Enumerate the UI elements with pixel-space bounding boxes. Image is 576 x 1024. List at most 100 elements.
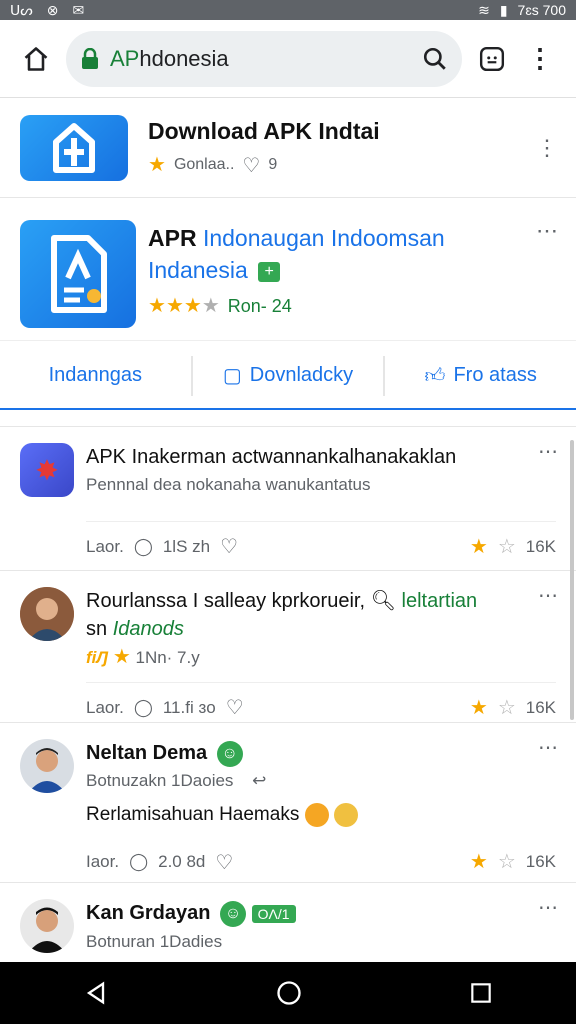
post-action-label[interactable]: Laor. <box>86 698 124 718</box>
status-time: 7ɛs 700 <box>517 2 566 18</box>
star-icon: ★ <box>165 295 184 317</box>
system-nav-bar <box>0 962 576 1024</box>
more-vert-icon: ⋮ <box>527 42 553 73</box>
post-action-label[interactable]: Iaor. <box>86 852 119 872</box>
post-item[interactable]: ✸ APK Inakerman actwannankalhanakaklan P… <box>0 427 576 571</box>
post-more-icon[interactable]: ⋯ <box>538 895 558 920</box>
post-feed: ✸ APK Inakerman actwannankalhanakaklan P… <box>0 426 576 962</box>
app-logo[interactable] <box>20 220 136 328</box>
heart-icon[interactable]: ♡ <box>215 850 233 875</box>
post-title[interactable]: Kan Grdayan ☺ ОΛ/1 <box>86 899 556 928</box>
post-title[interactable]: Rourlanssa I salleay kprkorueir, 🔍︎ lelt… <box>86 587 556 615</box>
app-more-icon[interactable]: ⋯ <box>536 218 558 244</box>
post-item[interactable]: Neltan Dema ☺ Botnuzakn 1Daoies ↩ Rerlam… <box>0 723 576 883</box>
battery-icon: ▮ <box>499 1 508 18</box>
recents-icon[interactable] <box>468 980 494 1006</box>
app-logo-small <box>20 114 128 181</box>
tab-indanngas[interactable]: Indanngas <box>0 355 193 396</box>
comment-count: 11.fi ɜo <box>162 697 216 717</box>
star-icon: ★ <box>183 295 202 317</box>
app-name[interactable]: APR Indonaugan Indoomsan Indanesia + <box>148 222 508 286</box>
notification-icon: ⊗ <box>46 1 59 18</box>
post-line2-green: Idanods <box>112 618 184 640</box>
user-avatar[interactable] <box>20 899 74 953</box>
post-more-icon[interactable]: ⋯ <box>538 735 558 760</box>
post-tag: fiԒ <box>86 648 109 667</box>
url-rest: hdonesia <box>139 45 229 71</box>
star-outline-icon[interactable]: ☆ <box>498 698 516 718</box>
post-title[interactable]: APK Inakerman actwannankalhanakaklan <box>86 443 556 471</box>
share-icon: ↩ <box>252 771 267 790</box>
star-outline-icon[interactable]: ☆ <box>498 852 516 872</box>
post-more-icon[interactable]: ⋯ <box>538 583 558 608</box>
heart-icon[interactable]: ♡ <box>242 153 260 178</box>
maple-leaf-icon: ✸ <box>35 454 59 486</box>
star-filled-icon[interactable]: ★ <box>470 537 488 557</box>
post-title-text: Neltan Dema <box>86 742 208 764</box>
person-photo-icon <box>20 899 74 953</box>
comment-icon[interactable]: ◯ <box>134 537 153 557</box>
comment-count: 2.0 8d <box>158 852 206 871</box>
post-title-text: Rourlanssa I salleay kprkorueir, <box>86 590 366 612</box>
url-prefix: AP <box>110 45 140 71</box>
app-avatar[interactable]: ✸ <box>20 443 74 497</box>
header-more-icon[interactable]: ⋮ <box>536 135 558 161</box>
star-filled-icon[interactable]: ★ <box>470 852 488 872</box>
post-line2-text: sn <box>86 618 108 640</box>
status-bar: ᑌᔕ ⊗ ✉ ≋ ▮ 7ɛs 700 <box>0 0 576 20</box>
url-text[interactable]: APhdonesia <box>110 46 422 72</box>
sunglasses-emoji-icon <box>333 803 358 827</box>
star-filled-icon[interactable]: ★ <box>470 698 488 718</box>
post-item[interactable]: Kan Grdayan ☺ ОΛ/1 Botnuran 1Dadies ⋯ <box>0 883 576 962</box>
apk-icon <box>53 122 95 173</box>
chat-badge-icon: ☺ <box>220 900 247 927</box>
chat-badge-icon: ☺ <box>216 740 243 767</box>
tab-like[interactable]: 👍︎ Fro atass <box>385 356 576 396</box>
star-empty-icon: ★ <box>201 295 220 317</box>
bookmark-icon: ▢ <box>222 365 242 387</box>
app-card: APR Indonaugan Indoomsan Indanesia + ★★★… <box>0 200 576 410</box>
post-body-text: Rerlamisahuan Haemaks <box>86 804 300 826</box>
header-title[interactable]: Download APK Indtai <box>148 118 380 145</box>
home-circle-icon[interactable] <box>275 979 303 1007</box>
wifi-icon: ≋ <box>478 1 490 18</box>
tabs-icon <box>479 46 505 71</box>
browser-toolbar: APhdonesia ⋮ <box>0 20 576 98</box>
address-bar[interactable]: APhdonesia <box>66 30 462 87</box>
comment-icon[interactable]: ◯ <box>134 698 153 718</box>
post-subtitle: Botnuzakn 1Daoies ↩ <box>86 771 556 791</box>
home-button[interactable] <box>12 35 60 83</box>
post-actions: Iaor. ◯ 2.0 8d ♡ ★ ☆ 16K <box>86 837 556 887</box>
post-action-label[interactable]: Laor. <box>86 537 124 557</box>
lock-icon <box>82 47 98 69</box>
back-icon[interactable] <box>82 979 110 1007</box>
post-title[interactable]: Neltan Dema ☺ <box>86 739 556 767</box>
star-outline-icon[interactable]: ☆ <box>498 537 516 557</box>
header-meta: ★ Gonlaa.. ♡ 9 <box>148 153 380 178</box>
post-more-icon[interactable]: ⋯ <box>538 439 558 464</box>
post-title-line2: sn Idanods <box>86 615 556 643</box>
document-icon <box>51 235 107 313</box>
star-count: 16K <box>525 852 556 871</box>
user-avatar[interactable] <box>20 587 74 641</box>
menu-button[interactable]: ⋮ <box>516 35 564 83</box>
verified-badge-icon: + <box>258 261 281 282</box>
post-title-text: Kan Grdayan <box>86 902 211 924</box>
star-icon: ★ <box>112 646 131 668</box>
post-item[interactable]: Rourlanssa I salleay kprkorueir, 🔍︎ lelt… <box>0 571 576 723</box>
tab-bar: Indanngas ▢ Dovnladcky 👍︎ Fro atass <box>0 340 576 410</box>
user-avatar[interactable] <box>20 739 74 793</box>
post-subtitle-text: Botnuzakn 1Daoies <box>86 771 234 790</box>
comment-icon[interactable]: ◯ <box>129 852 148 872</box>
star-icon: ★ <box>148 154 166 176</box>
header-card[interactable]: Download APK Indtai ★ Gonlaa.. ♡ 9 ⋮ <box>0 98 576 198</box>
search-icon[interactable] <box>422 46 448 72</box>
post-subtitle-text: 1Nn· 7.y <box>135 648 200 667</box>
post-subtitle: Pennnal dea nokanaha wanukantatus <box>86 475 371 494</box>
person-photo-icon <box>20 587 74 641</box>
tabs-button[interactable] <box>468 35 516 83</box>
heart-icon[interactable]: ♡ <box>220 534 238 559</box>
scrollbar[interactable] <box>570 440 574 720</box>
tab-download[interactable]: ▢ Dovnladcky <box>193 355 386 396</box>
heart-icon[interactable]: ♡ <box>226 695 244 720</box>
